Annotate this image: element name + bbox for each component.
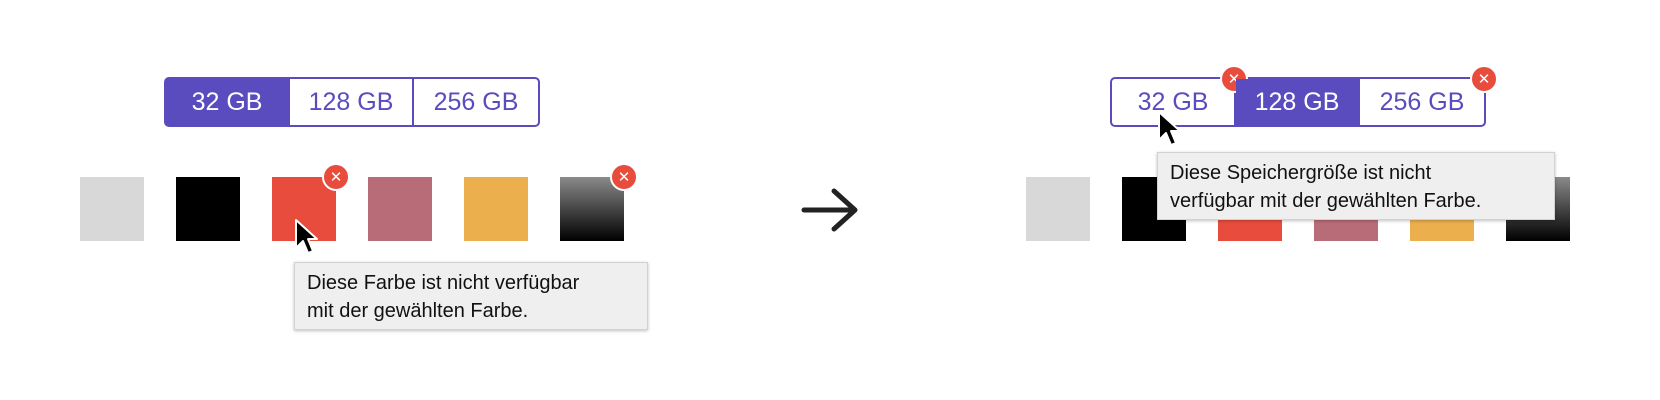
color-swatch-light-gray[interactable]: [1026, 177, 1090, 241]
storage-option-256gb[interactable]: 256 GB ✕: [1360, 65, 1498, 125]
close-icon: ✕: [1470, 65, 1498, 93]
mouse-pointer-icon: [1158, 111, 1181, 146]
storage-option-label: 256 GB: [1379, 87, 1465, 116]
after-state-panel: 32 GB ✕ 128 GB 256 GB ✕ Diese Speichergr…: [0, 0, 1660, 400]
tooltip: Diese Speichergröße ist nicht verfügbar …: [1157, 152, 1555, 220]
storage-option-128gb[interactable]: 128 GB: [1236, 79, 1360, 125]
